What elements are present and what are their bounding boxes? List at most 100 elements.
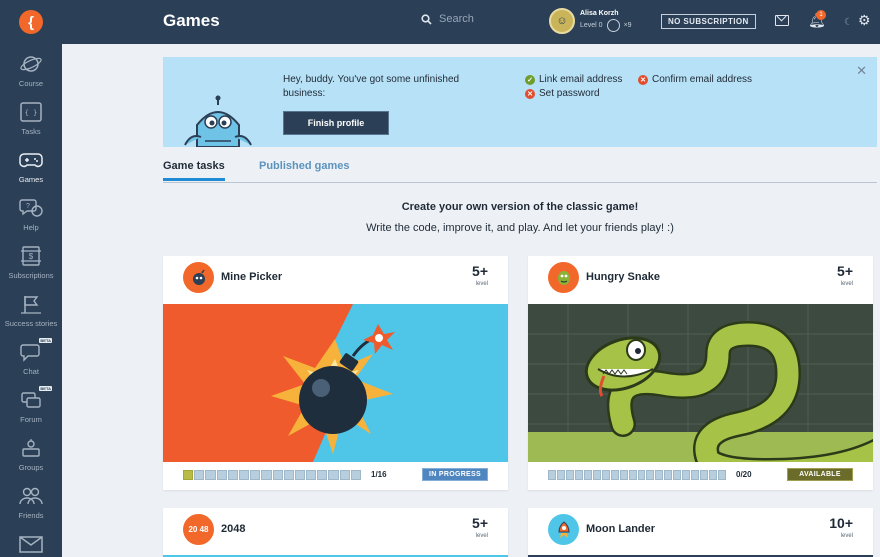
- progress-segment: [574, 470, 583, 480]
- svg-text:$: $: [29, 252, 34, 261]
- friends-icon: [18, 484, 44, 508]
- sidebar-item-games[interactable]: Games: [0, 148, 62, 184]
- user-name: Alisa Korzh: [580, 10, 619, 17]
- subscription-button[interactable]: NO SUBSCRIPTION: [661, 14, 756, 29]
- gear-icon[interactable]: ⚙: [858, 13, 871, 27]
- progress-segment: [583, 470, 592, 480]
- moon-icon[interactable]: ☾: [844, 16, 853, 30]
- progress-segment: [194, 470, 205, 480]
- intro-subtitle: Write the code, improve it, and play. An…: [366, 222, 674, 234]
- sidebar-item-label: Games: [18, 175, 44, 184]
- sidebar-item-label: Friends: [18, 511, 44, 520]
- progress-segment: [294, 470, 306, 480]
- sidebar-item-subscriptions[interactable]: $ Subscriptions: [0, 244, 62, 280]
- game-card-moon-lander[interactable]: Moon Lander 10+ level: [528, 508, 873, 557]
- progress-segment: [655, 470, 664, 480]
- sidebar-item-label: Forum: [20, 415, 42, 424]
- task-link-email[interactable]: ✓ Link email address: [525, 74, 622, 85]
- task-confirm-email[interactable]: ✕ Confirm email address: [638, 74, 752, 85]
- sidebar-item-help[interactable]: ? Help: [0, 196, 62, 232]
- tab-game-tasks[interactable]: Game tasks: [163, 160, 225, 181]
- avatar: ☺: [549, 8, 575, 34]
- sidebar-item-label: Course: [18, 79, 44, 88]
- banner-message: Hey, buddy. You've got some unfinished b…: [283, 74, 460, 99]
- game-level: 5+: [472, 263, 488, 279]
- sidebar-item-groups[interactable]: Groups: [0, 436, 62, 472]
- progress-segment: [592, 470, 601, 480]
- game-level-label: level: [475, 533, 488, 539]
- search-box[interactable]: Search: [421, 13, 474, 25]
- game-title: Hungry Snake: [586, 271, 660, 283]
- user-menu[interactable]: ☺ Alisa Korzh Level 0 ×9: [549, 8, 632, 34]
- task-label: Link email address: [539, 74, 623, 85]
- progress-segment: [261, 470, 272, 480]
- progress-bar: [548, 470, 727, 480]
- progress-segment: [619, 470, 628, 480]
- status-badge: IN PROGRESS: [422, 468, 488, 481]
- flag-icon: [19, 292, 43, 316]
- tab-bar: Game tasks Published games: [163, 160, 877, 183]
- beta-badge: BETA: [39, 338, 52, 343]
- check-icon: ✓: [525, 74, 535, 85]
- progress-segment: [272, 470, 283, 480]
- profile-banner: Hey, buddy. You've got some unfinished b…: [163, 57, 877, 147]
- game-level-label: level: [840, 533, 853, 539]
- logo-link[interactable]: {: [0, 0, 62, 44]
- sidebar-item-label: Help: [23, 223, 39, 232]
- messages-icon[interactable]: [775, 15, 789, 26]
- game-level: 5+: [837, 263, 853, 279]
- hungry-snake-artwork: [528, 304, 873, 462]
- game-title: Mine Picker: [221, 271, 283, 283]
- beta-badge: BETA: [39, 386, 52, 391]
- help-icon: ?: [19, 196, 43, 220]
- progress-segment: [628, 470, 637, 480]
- mine-picker-artwork: [163, 304, 508, 462]
- sidebar-item-label: Subscriptions: [8, 271, 54, 280]
- sidebar-item-mail[interactable]: [0, 532, 62, 556]
- progress-segment: [637, 470, 646, 480]
- gamepad-icon: [19, 148, 43, 172]
- progress-segment: [205, 470, 216, 480]
- progress-segment: [306, 470, 317, 480]
- progress-segment: [250, 470, 261, 480]
- robot-mascot-icon: [184, 95, 252, 147]
- sidebar: Course { } Tasks Games ? Help $ Subscrip…: [0, 44, 62, 557]
- sidebar-item-forum[interactable]: BETA Forum: [0, 386, 62, 424]
- game-card-hungry-snake[interactable]: Hungry Snake 5+ level 0/20 AVAILABLE: [528, 256, 873, 490]
- progress-segment: [556, 470, 565, 480]
- sidebar-item-label: Groups: [18, 463, 44, 472]
- sidebar-item-label: Success stories: [4, 319, 58, 328]
- sidebar-item-tasks[interactable]: { } Tasks: [0, 100, 62, 136]
- progress-segment: [610, 470, 619, 480]
- progress-segment: [700, 470, 709, 480]
- code-icon: { }: [20, 100, 42, 124]
- logo-icon: {: [19, 10, 43, 34]
- status-badge: AVAILABLE: [787, 468, 853, 481]
- top-header: { Games Search ☺ Alisa Korzh Level 0 ×9 …: [0, 0, 880, 44]
- progress-segment: [691, 470, 700, 480]
- game-title: 2048: [221, 523, 246, 535]
- user-level: Level 0: [580, 22, 603, 29]
- progress-segment: [183, 470, 194, 480]
- progress-segment: [548, 470, 556, 480]
- game-card-mine-picker[interactable]: Mine Picker 5+ level 1/16 IN PROGRESS: [163, 256, 508, 490]
- progress-segment: [339, 470, 350, 480]
- game-card-2048[interactable]: 20 48 2048 5+ level: [163, 508, 508, 557]
- progress-segment: [601, 470, 610, 480]
- close-icon[interactable]: ✕: [856, 63, 867, 79]
- sidebar-item-success-stories[interactable]: Success stories: [0, 292, 62, 328]
- progress-segment: [227, 470, 238, 480]
- task-set-password[interactable]: ✕ Set password: [525, 88, 600, 99]
- progress-segment: [664, 470, 673, 480]
- sidebar-item-friends[interactable]: Friends: [0, 484, 62, 520]
- progress-segment: [350, 470, 361, 480]
- progress-segment: [328, 470, 339, 480]
- sidebar-item-course[interactable]: Course: [0, 52, 62, 88]
- svg-text:{ }: { }: [25, 109, 38, 117]
- sidebar-item-chat[interactable]: BETA Chat: [0, 338, 62, 376]
- finish-profile-button[interactable]: Finish profile: [283, 111, 389, 135]
- progress-segment: [565, 470, 574, 480]
- tab-published-games[interactable]: Published games: [259, 160, 349, 178]
- progress-count: 1/16: [371, 470, 387, 479]
- search-icon: [421, 13, 432, 25]
